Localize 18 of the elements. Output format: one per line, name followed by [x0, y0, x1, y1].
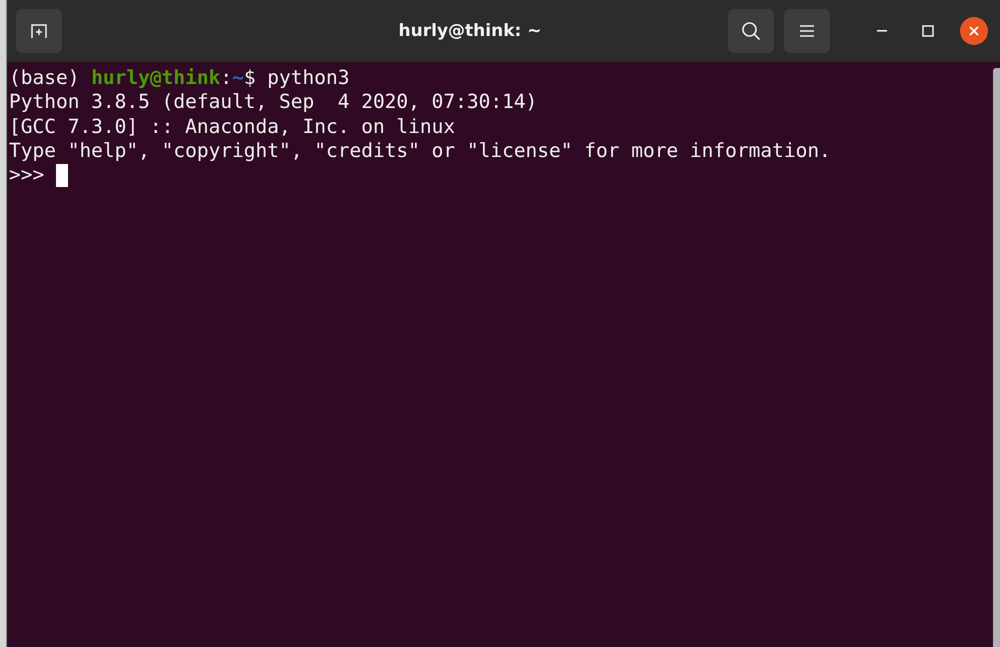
prompt-line: (base) hurly@think:~$ python3 [9, 66, 350, 90]
new-tab-icon [30, 23, 48, 39]
output-line: Type "help", "copyright", "credits" or "license" for more information. [9, 138, 832, 164]
menu-icon [799, 24, 815, 38]
minimize-icon [876, 29, 888, 33]
window-title: hurly@think: ~ [398, 21, 542, 41]
output-line: Python 3.8.5 (default, Sep 4 2020, 07:30:14) [9, 90, 538, 115]
search-icon [741, 21, 761, 41]
repl-prompt: >>> [9, 163, 44, 188]
close-icon [968, 25, 980, 37]
maximize-icon [922, 25, 934, 37]
scrollbar[interactable] [993, 68, 1000, 647]
search-button[interactable] [728, 9, 774, 53]
close-button[interactable] [960, 17, 988, 45]
new-tab-button[interactable] [16, 9, 62, 53]
menu-button[interactable] [784, 9, 830, 53]
output-line: [GCC 7.3.0] :: Anaconda, Inc. on linux [9, 114, 456, 139]
cursor [56, 164, 68, 187]
